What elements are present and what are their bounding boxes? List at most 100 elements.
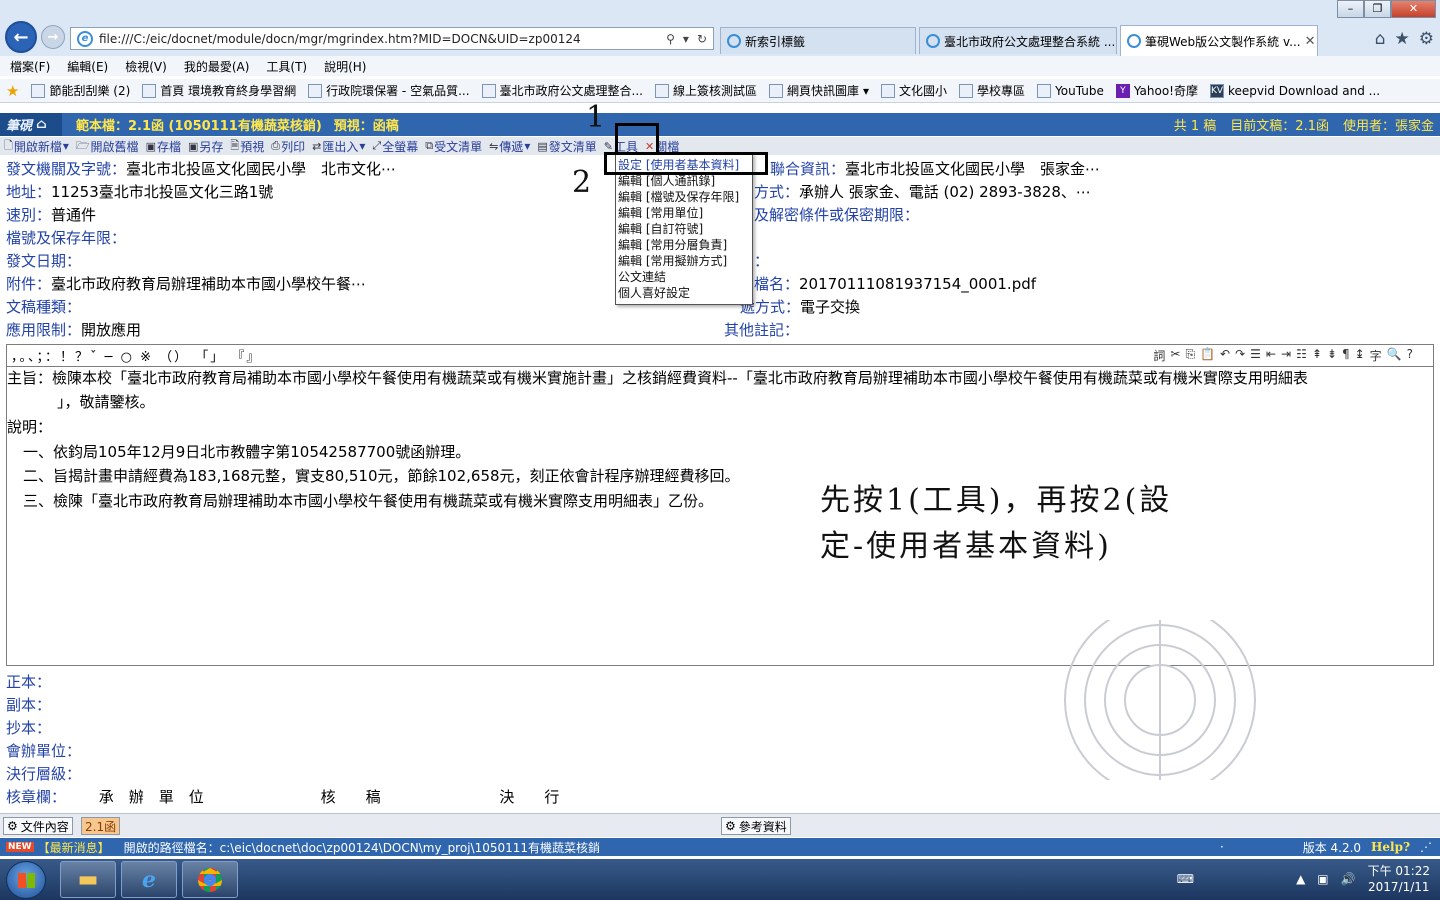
toolbar-transfer-button[interactable]: ⇋ 傳遞 ▾ [489, 138, 530, 155]
menu-favorites[interactable]: 我的最愛(A) [184, 58, 250, 75]
search-icon[interactable]: 🔍 [1387, 347, 1402, 364]
field-doc-type[interactable]: 文稿種類： [6, 297, 81, 317]
tab-taipei-system[interactable]: 臺北市政府公文處理整合系統 ... [919, 27, 1117, 54]
explorer-taskbar-button[interactable]: ▬ [60, 861, 116, 898]
menu-file[interactable]: 檔案(F) [10, 58, 50, 75]
show-hidden-icons[interactable]: ▲ [1296, 872, 1305, 886]
font-icon[interactable]: 字 [1370, 347, 1382, 364]
favorite-item[interactable]: 線上簽核測試區 [654, 82, 757, 99]
menu-item-preferences[interactable]: 個人喜好設定 [616, 285, 752, 301]
paste-icon[interactable]: 📋 [1200, 347, 1215, 364]
copy-icon[interactable]: ⎘ [1185, 347, 1195, 364]
start-button[interactable] [6, 861, 46, 899]
move-up-icon[interactable]: ⇞ [1312, 347, 1322, 364]
field-speed[interactable]: 速別：普通件 [6, 205, 96, 225]
address-tools[interactable]: ⚲ ▾ ↻ [666, 32, 713, 46]
volume-icon[interactable]: 🔊 [1341, 872, 1356, 886]
toolbar-new-button[interactable]: 🗋 開啟新檔 ▾ [4, 137, 69, 156]
menu-item-handling-methods[interactable]: 編輯 [常用擬辦方式] [616, 253, 752, 269]
tab-document-content[interactable]: ⚙ 文件內容 [3, 817, 73, 835]
undo-icon[interactable]: ↶ [1220, 347, 1230, 364]
explanation-item[interactable]: 三、檢陳「臺北市政府教育局辦理補助本市國小學校午餐使用有機蔬菜或有機米實際支用明… [23, 491, 713, 511]
field-joint-info[interactable]: 聯合資訊：臺北市北投區文化國民小學 張家金⋯ [770, 159, 1100, 179]
toolbar-saveas-button[interactable]: ▣ 另存 [188, 138, 223, 155]
field-decision-level[interactable]: 決行層級： [6, 764, 81, 784]
menu-item-common-units[interactable]: 編輯 [常用單位] [616, 205, 752, 221]
field-original[interactable]: 正本： [6, 672, 51, 692]
list-icon[interactable]: ☰ [1250, 347, 1261, 364]
explanation-item[interactable]: 一、依鈞局105年12月9日北市教體字第10542587700號函辦理。 [23, 442, 470, 462]
help-icon[interactable]: ? [1407, 347, 1413, 364]
menu-help[interactable]: 說明(H) [324, 58, 366, 75]
home-icon[interactable]: ⌂ [36, 117, 47, 132]
favorite-item[interactable]: 網頁快訊圖庫 ▾ [768, 82, 869, 99]
favorite-item[interactable]: Y Yahoo!奇摩 [1115, 82, 1198, 99]
gear-icon[interactable]: ⚙ [1419, 29, 1434, 49]
clock[interactable]: 下午 01:22 2017/1/11 [1368, 863, 1430, 895]
field-file-number[interactable]: 檔號及保存年限： [6, 228, 126, 248]
align-icon[interactable]: ☷ [1296, 347, 1307, 364]
toolbar-save-button[interactable]: ▣ 存檔 [146, 138, 181, 155]
indent-icon[interactable]: ⇥ [1281, 347, 1291, 364]
menu-item-custom-symbols[interactable]: 編輯 [自訂符號] [616, 221, 752, 237]
favorite-item[interactable]: 節能刮刮樂 (2) [31, 82, 130, 99]
toolbar-print-button[interactable]: ⎙ 列印 [271, 138, 305, 155]
field-co-units[interactable]: 會辦單位： [6, 741, 81, 761]
favorites-star-icon[interactable]: ★ [6, 82, 19, 100]
tab-new[interactable]: 新索引標籤 [720, 27, 916, 54]
toolbar-preview-button[interactable]: 🗎 預視 [230, 137, 264, 156]
refresh-icon[interactable]: ↻ [697, 32, 707, 46]
tab-bihyan-system[interactable]: 筆硯Web版公文製作系統 v... ✕ [1120, 25, 1318, 56]
toolbar-dispatch-list-button[interactable]: ▤ 發文清單 [537, 138, 596, 155]
network-icon[interactable]: ▣ [1317, 872, 1328, 886]
favorite-item[interactable]: 行政院環保署 - 空氣品質... [308, 82, 470, 99]
field-address[interactable]: 地址：11253臺北市北投區文化三路1號 [6, 182, 273, 202]
help-link[interactable]: Help? [1371, 840, 1410, 854]
field-issuer[interactable]: 發文機關及字號：臺北市北投區文化國民小學 北市文化⋯ [6, 159, 396, 179]
field-cc[interactable]: 抄本： [6, 718, 51, 738]
redo-icon[interactable]: ↷ [1235, 347, 1245, 364]
cut-icon[interactable]: ✂ [1170, 347, 1180, 364]
back-button[interactable]: ← [5, 21, 37, 53]
chrome-taskbar-button[interactable] [182, 861, 238, 898]
forward-button[interactable]: → [41, 25, 65, 49]
dropdown-icon[interactable]: ▾ [683, 32, 689, 46]
field-declassify[interactable]: 及解密條件或保密期限： [754, 205, 919, 225]
outdent-icon[interactable]: ⇤ [1266, 347, 1276, 364]
explanation-item[interactable]: 二、旨揭計畫申請經費為183,168元整，實支80,510元，節餘102,658… [23, 466, 740, 486]
favorite-item[interactable]: 學校專區 [959, 82, 1025, 99]
search-icon[interactable]: ⚲ [666, 32, 675, 46]
close-tab-icon[interactable]: ✕ [1305, 34, 1316, 49]
tab-doc-21[interactable]: 2.1函 [81, 817, 121, 835]
phrase-icon[interactable]: 詞 [1153, 347, 1165, 364]
menu-item-contacts[interactable]: 編輯 [個人通訊錄] [616, 173, 752, 189]
toolbar-recipients-button[interactable]: ⧉ 受文清單 [425, 138, 482, 155]
home-icon[interactable]: ⌂ [1375, 29, 1386, 49]
numbering-icon[interactable]: ↨ [1355, 347, 1365, 364]
field-contact[interactable]: 方式：承辦人 張家金、電話 (02) 2893-3828、⋯ [754, 182, 1091, 202]
favorite-item[interactable]: YouTube [1037, 83, 1104, 98]
toolbar-fullscreen-button[interactable]: ⤢ 全螢幕 [372, 138, 418, 155]
favorites-star-icon[interactable]: ★ [1395, 29, 1410, 49]
subject-line[interactable]: 主旨：檢陳本校「臺北市政府教育局補助本市國小學校午餐使用有機蔬菜或有機米實施計畫… [7, 368, 1308, 388]
favorite-item[interactable]: 文化國小 [881, 82, 947, 99]
favorite-item[interactable]: KV keepvid Download and ... [1210, 83, 1380, 98]
field-usage-limit[interactable]: 應用限制：開放應用 [6, 320, 141, 340]
punctuation-chars[interactable]: ，。、；：！？ˇ ─ ○ ※ （） 「」 『』 [11, 346, 261, 365]
menu-view[interactable]: 檢視(V) [125, 58, 167, 75]
field-delivery[interactable]: 遞方式：電子交換 [740, 297, 860, 317]
field-date[interactable]: 發文日期： [6, 251, 81, 271]
address-text[interactable]: file:///C:/eic/docnet/module/docn/mgr/mg… [99, 32, 660, 46]
toolbar-open-button[interactable]: 🗁 開啟舊檔 [76, 137, 139, 156]
reference-button[interactable]: ⚙ 參考資料 [721, 817, 791, 835]
toolbar-import-export-button[interactable]: ⇄ 匯出入 ▾ [312, 138, 365, 155]
menu-item-doc-links[interactable]: 公文連結 [616, 269, 752, 285]
subject-line-2[interactable]: 」，敬請鑒核。 [57, 392, 155, 412]
restore-button[interactable]: ❐ [1364, 0, 1391, 18]
menu-edit[interactable]: 編輯(E) [67, 58, 108, 75]
menu-tools[interactable]: 工具(T) [266, 58, 307, 75]
field-filename[interactable]: 檔名：20170111081937154_0001.pdf [754, 274, 1036, 294]
menu-item-file-number[interactable]: 編輯 [檔號及保存年限] [616, 189, 752, 205]
paragraph-icon[interactable]: ¶ [1342, 347, 1350, 364]
favorite-item[interactable]: 首頁 環境教育終身學習網 [142, 82, 296, 99]
